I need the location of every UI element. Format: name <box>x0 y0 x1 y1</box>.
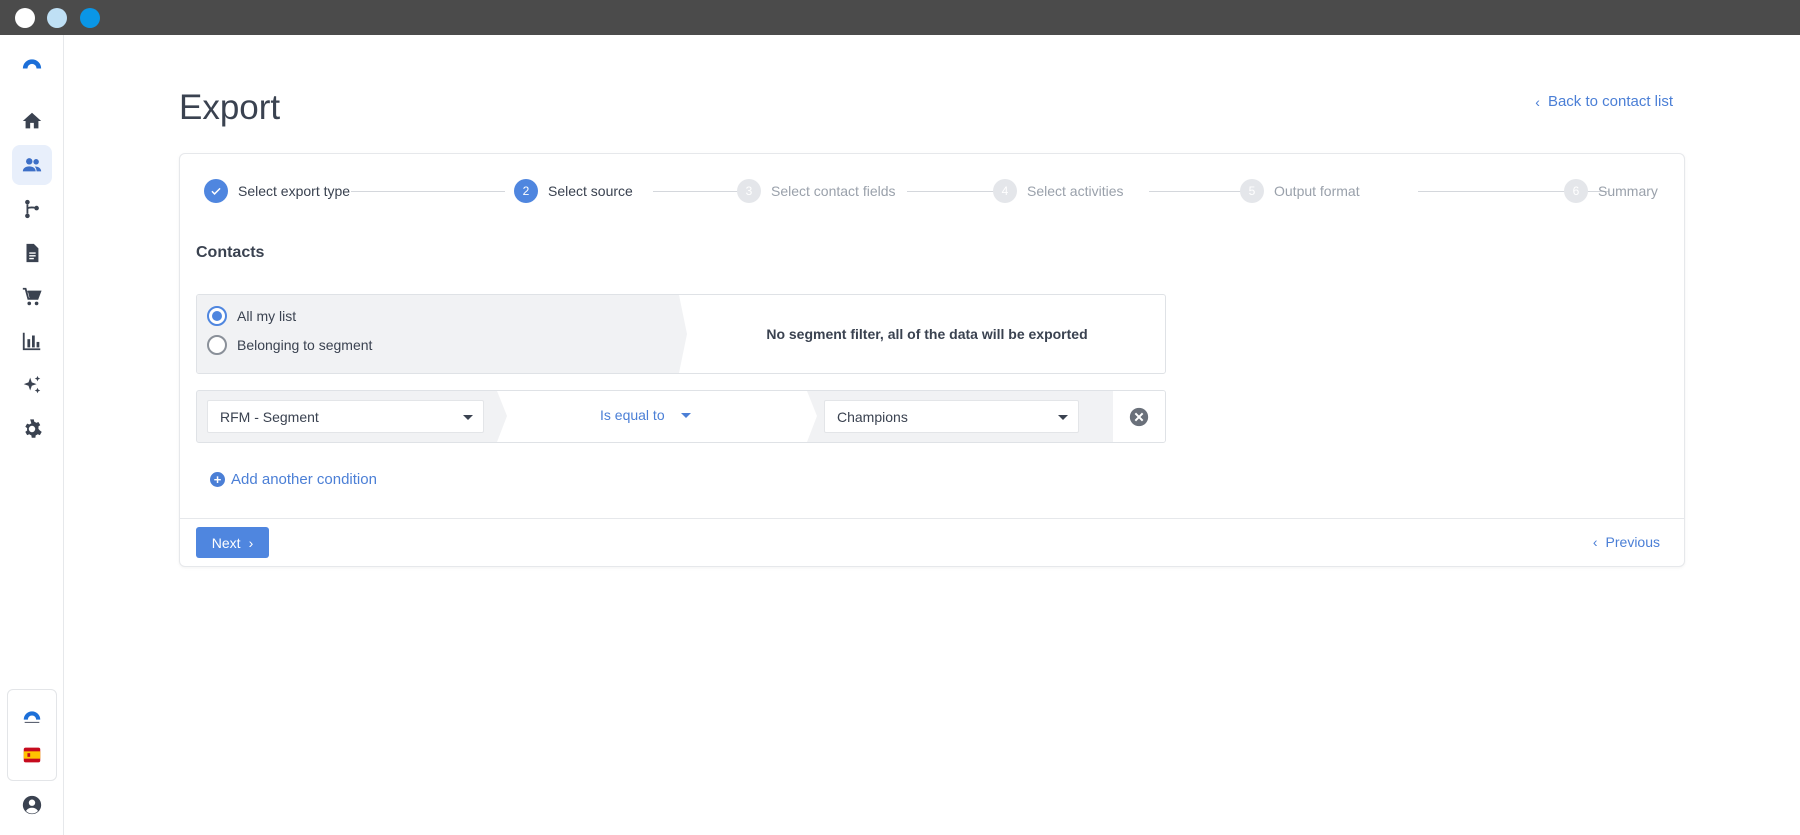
chevron-left-icon: ‹ <box>1535 93 1540 110</box>
radio-button[interactable] <box>207 306 227 326</box>
stepper: Select export type 2 Select source 3 Sel… <box>204 179 1664 205</box>
check-icon <box>204 179 228 203</box>
home-icon[interactable] <box>12 101 52 141</box>
radio-label: Belonging to segment <box>237 337 373 353</box>
value-select-value: Champions <box>837 408 908 425</box>
step-label: Select contact fields <box>771 183 896 199</box>
step-number: 6 <box>1564 179 1588 203</box>
step-number: 3 <box>737 179 761 203</box>
chevron-right-icon: › <box>248 534 254 551</box>
field-select[interactable]: RFM - Segment <box>207 400 484 433</box>
add-condition-label: Add another condition <box>231 471 377 488</box>
condition-row: RFM - Segment Is equal to Champions <box>196 390 1166 443</box>
next-button-label: Next <box>211 534 241 551</box>
chart-icon[interactable] <box>12 321 52 361</box>
automation-icon[interactable] <box>12 189 52 229</box>
window-titlebar <box>0 0 1800 35</box>
window-minimize-button[interactable] <box>47 8 67 28</box>
step-connector <box>653 191 743 192</box>
step-connector <box>351 191 505 192</box>
operator-value: Is equal to <box>600 407 665 423</box>
step-select-activities: 4 Select activities <box>993 179 1123 203</box>
step-connector <box>907 191 1003 192</box>
export-wizard-card: Select export type 2 Select source 3 Sel… <box>179 153 1685 567</box>
step-number: 2 <box>514 179 538 203</box>
previous-link-label: Previous <box>1605 534 1660 550</box>
source-options: All my list Belonging to segment <box>197 295 687 373</box>
step-label: Select source <box>548 183 633 199</box>
sidebar <box>0 35 64 835</box>
user-account-icon[interactable] <box>12 785 52 825</box>
close-circle-icon <box>1129 407 1149 426</box>
radio-label: All my list <box>237 308 297 324</box>
next-button[interactable]: Next › <box>196 527 269 558</box>
previous-link[interactable]: ‹ Previous <box>1593 534 1660 550</box>
step-label: Summary <box>1598 183 1658 199</box>
page-title: Export <box>179 88 281 127</box>
plus-circle-icon: + <box>210 472 225 487</box>
step-label: Output format <box>1274 183 1360 199</box>
add-condition-link[interactable]: + Add another condition <box>210 471 377 488</box>
remove-condition-button[interactable] <box>1113 391 1165 442</box>
cart-icon[interactable] <box>12 277 52 317</box>
step-label: Select export type <box>238 183 351 199</box>
step-number: 4 <box>993 179 1017 203</box>
back-link-label: Back to contact list <box>1547 93 1673 110</box>
value-select[interactable]: Champions <box>824 400 1079 433</box>
gear-icon[interactable] <box>12 409 52 449</box>
window-maximize-button[interactable] <box>80 8 100 28</box>
step-select-source[interactable]: 2 Select source <box>514 179 633 203</box>
source-message: No segment filter, all of the data will … <box>766 326 1088 342</box>
spain-flag-icon[interactable] <box>13 736 51 774</box>
step-output-format: 5 Output format <box>1240 179 1360 203</box>
card-footer: Next › ‹ Previous <box>180 518 1684 567</box>
radio-all-my-list[interactable]: All my list <box>207 306 296 326</box>
back-to-contact-list-link[interactable]: ‹ Back to contact list <box>1535 93 1673 110</box>
step-number: 5 <box>1240 179 1264 203</box>
logo-icon[interactable] <box>12 43 52 83</box>
field-select-value: RFM - Segment <box>220 408 319 425</box>
brand-logo-icon[interactable] <box>13 696 51 734</box>
contacts-icon[interactable] <box>12 145 52 185</box>
step-label: Select activities <box>1027 183 1124 199</box>
chevron-left-icon: ‹ <box>1592 534 1598 550</box>
operator-select[interactable]: Is equal to <box>600 407 691 423</box>
caret-down-icon <box>463 415 473 420</box>
radio-belonging-to-segment[interactable]: Belonging to segment <box>207 335 372 355</box>
radio-button[interactable] <box>207 335 227 355</box>
sidebar-bottom-group <box>7 689 57 781</box>
document-icon[interactable] <box>12 233 52 273</box>
caret-down-icon <box>1058 415 1068 420</box>
caret-down-icon <box>680 412 691 418</box>
step-select-contact-fields: 3 Select contact fields <box>737 179 896 203</box>
step-select-export-type[interactable]: Select export type <box>204 179 350 203</box>
source-selector: All my list Belonging to segment No segm… <box>196 294 1166 374</box>
section-title: Contacts <box>196 244 265 261</box>
step-summary: 6 Summary <box>1564 179 1658 203</box>
sparkles-icon[interactable] <box>12 365 52 405</box>
window-close-button[interactable] <box>15 8 35 28</box>
